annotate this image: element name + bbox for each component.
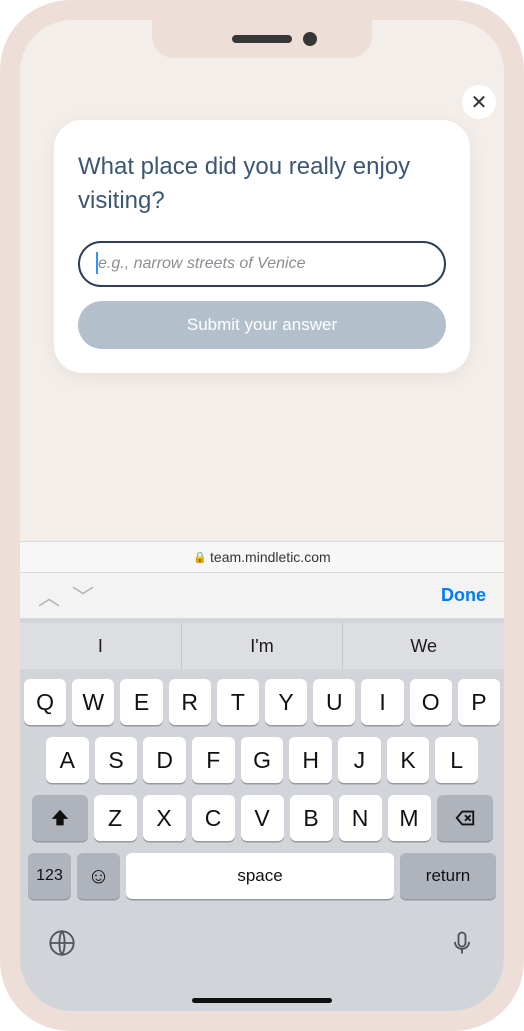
key-z[interactable]: Z (94, 795, 137, 841)
emoji-icon: ☺ (87, 863, 109, 889)
key-g[interactable]: G (241, 737, 284, 783)
screen: ✕ What place did you really enjoy visiti… (20, 20, 504, 1011)
key-h[interactable]: H (289, 737, 332, 783)
key-j[interactable]: J (338, 737, 381, 783)
next-field-arrow-icon[interactable]: ﹀ (66, 580, 100, 612)
key-p[interactable]: P (458, 679, 500, 725)
done-button[interactable]: Done (441, 585, 492, 606)
key-row-4: 123 ☺ space return (24, 853, 500, 899)
keyboard: I I'm We QWERTYUIOP ASDFGHJKL ZXCVBNM (20, 619, 504, 1011)
prev-field-arrow-icon[interactable]: ︿ (32, 580, 66, 612)
key-y[interactable]: Y (265, 679, 307, 725)
address-bar[interactable]: 🔒 team.mindletic.com (20, 541, 504, 573)
key-m[interactable]: M (388, 795, 431, 841)
submit-button[interactable]: Submit your answer (78, 301, 446, 349)
key-t[interactable]: T (217, 679, 259, 725)
emoji-key[interactable]: ☺ (77, 853, 120, 899)
key-l[interactable]: L (435, 737, 478, 783)
text-caret (96, 252, 98, 274)
key-a[interactable]: A (46, 737, 89, 783)
front-camera (303, 32, 317, 46)
return-key[interactable]: return (400, 853, 496, 899)
key-r[interactable]: R (169, 679, 211, 725)
backspace-key[interactable] (437, 795, 493, 841)
lock-icon: 🔒 (193, 551, 207, 564)
key-rows: QWERTYUIOP ASDFGHJKL ZXCVBNM 123 ☺ (20, 669, 504, 913)
key-i[interactable]: I (361, 679, 403, 725)
key-o[interactable]: O (410, 679, 452, 725)
question-title: What place did you really enjoy visiting… (78, 150, 446, 217)
key-q[interactable]: Q (24, 679, 66, 725)
speaker (232, 35, 292, 43)
question-card: What place did you really enjoy visiting… (54, 120, 470, 373)
numbers-key[interactable]: 123 (28, 853, 71, 899)
home-indicator[interactable] (192, 998, 332, 1003)
key-u[interactable]: U (313, 679, 355, 725)
suggestion-item[interactable]: I (20, 623, 182, 669)
keyboard-bottom-row (20, 913, 504, 964)
keyboard-accessory-bar: ︿ ﹀ Done (20, 573, 504, 619)
key-n[interactable]: N (339, 795, 382, 841)
key-w[interactable]: W (72, 679, 114, 725)
backspace-icon (454, 807, 476, 829)
key-v[interactable]: V (241, 795, 284, 841)
key-row-3: ZXCVBNM (24, 795, 500, 841)
key-b[interactable]: B (290, 795, 333, 841)
key-k[interactable]: K (387, 737, 430, 783)
key-c[interactable]: C (192, 795, 235, 841)
notch (152, 20, 372, 58)
answer-input-wrap[interactable] (78, 241, 446, 287)
shift-key[interactable] (32, 795, 88, 841)
key-row-2: ASDFGHJKL (24, 737, 500, 783)
space-key[interactable]: space (126, 853, 394, 899)
mic-icon[interactable] (448, 929, 476, 964)
close-button[interactable]: ✕ (462, 85, 496, 119)
key-d[interactable]: D (143, 737, 186, 783)
key-f[interactable]: F (192, 737, 235, 783)
shift-icon (49, 807, 71, 829)
answer-input[interactable] (78, 241, 446, 287)
address-text: team.mindletic.com (210, 549, 331, 565)
phone-frame: ✕ What place did you really enjoy visiti… (0, 0, 524, 1031)
key-x[interactable]: X (143, 795, 186, 841)
key-row-1: QWERTYUIOP (24, 679, 500, 725)
close-icon: ✕ (471, 90, 488, 115)
key-s[interactable]: S (95, 737, 138, 783)
suggestion-bar: I I'm We (20, 623, 504, 669)
globe-icon[interactable] (48, 929, 76, 964)
suggestion-item[interactable]: We (343, 623, 504, 669)
suggestion-item[interactable]: I'm (182, 623, 344, 669)
key-e[interactable]: E (120, 679, 162, 725)
